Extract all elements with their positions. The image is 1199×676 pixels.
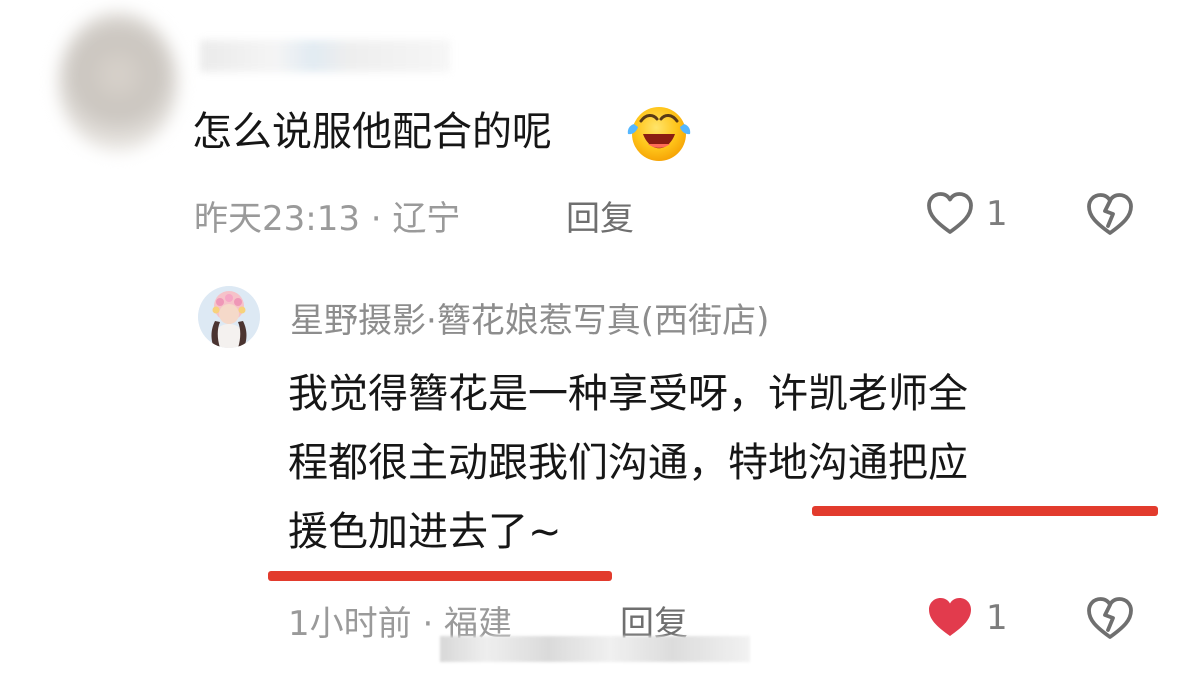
avatar[interactable] — [58, 12, 178, 152]
laughing-crying-emoji-icon — [627, 107, 691, 161]
reply-text: 我觉得簪花是一种享受呀，许凯老师全 程都很主动跟我们沟通，特地沟通把应 援色加进… — [288, 360, 1158, 567]
comment-text: 怎么说服他配合的呢 — [192, 109, 552, 155]
like-count: 1 — [986, 598, 1008, 638]
username-blurred[interactable] — [200, 40, 450, 72]
reply-button[interactable]: 回复 — [566, 191, 634, 240]
heart-filled-icon[interactable] — [924, 593, 976, 641]
like-count: 1 — [986, 194, 1008, 234]
highlight-underline-2 — [268, 571, 612, 581]
heart-outline-icon[interactable] — [924, 189, 976, 237]
broken-heart-icon[interactable] — [1084, 594, 1136, 642]
reply-author-name[interactable]: 星野摄影·簪花娘惹写真(西街店) — [290, 293, 769, 342]
highlight-underline-1 — [812, 506, 1158, 516]
comment-meta: 昨天23:13 · 辽宁 — [194, 199, 461, 239]
reply-text-line-2: 程都很主动跟我们沟通，特地沟通把应 — [288, 440, 968, 486]
reply-text-line-1: 我觉得簪花是一种享受呀，许凯老师全 — [288, 371, 968, 417]
broken-heart-icon[interactable] — [1084, 190, 1136, 238]
watermark-blurred — [440, 636, 750, 662]
avatar[interactable] — [198, 286, 260, 348]
